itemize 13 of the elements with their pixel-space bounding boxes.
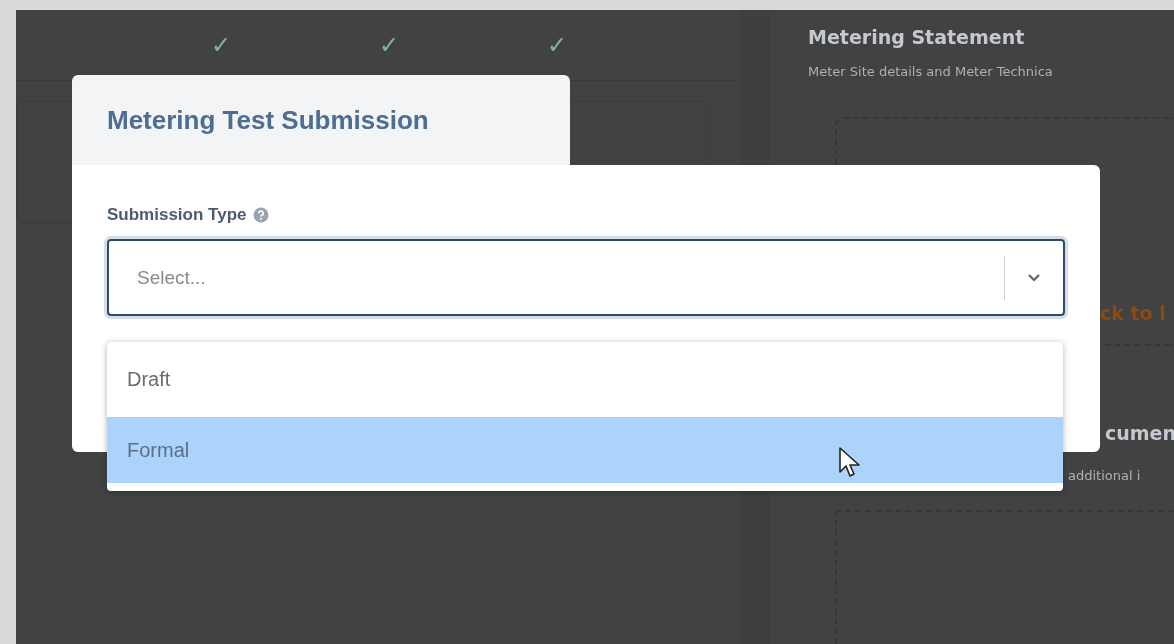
section-text: additional i — [1068, 468, 1141, 483]
check-icon: ✓ — [379, 31, 399, 59]
panel-subtitle: Meter Site details and Meter Technica — [808, 64, 1054, 79]
chevron-icon[interactable] — [1027, 272, 1041, 283]
select-field[interactable]: Select... — [107, 239, 1065, 316]
check-icon: ✓ — [547, 31, 567, 59]
modal-title: Metering Test Submission — [107, 104, 429, 136]
check-icon: ✓ — [211, 31, 231, 59]
dropdown-option[interactable]: Draft — [107, 342, 1063, 417]
dropdown-option[interactable]: Formal — [107, 417, 1063, 483]
field-label: Submission Type — [107, 205, 247, 225]
panel-title: Metering Statement — [808, 26, 1026, 48]
section-heading: cumen — [1105, 422, 1174, 444]
